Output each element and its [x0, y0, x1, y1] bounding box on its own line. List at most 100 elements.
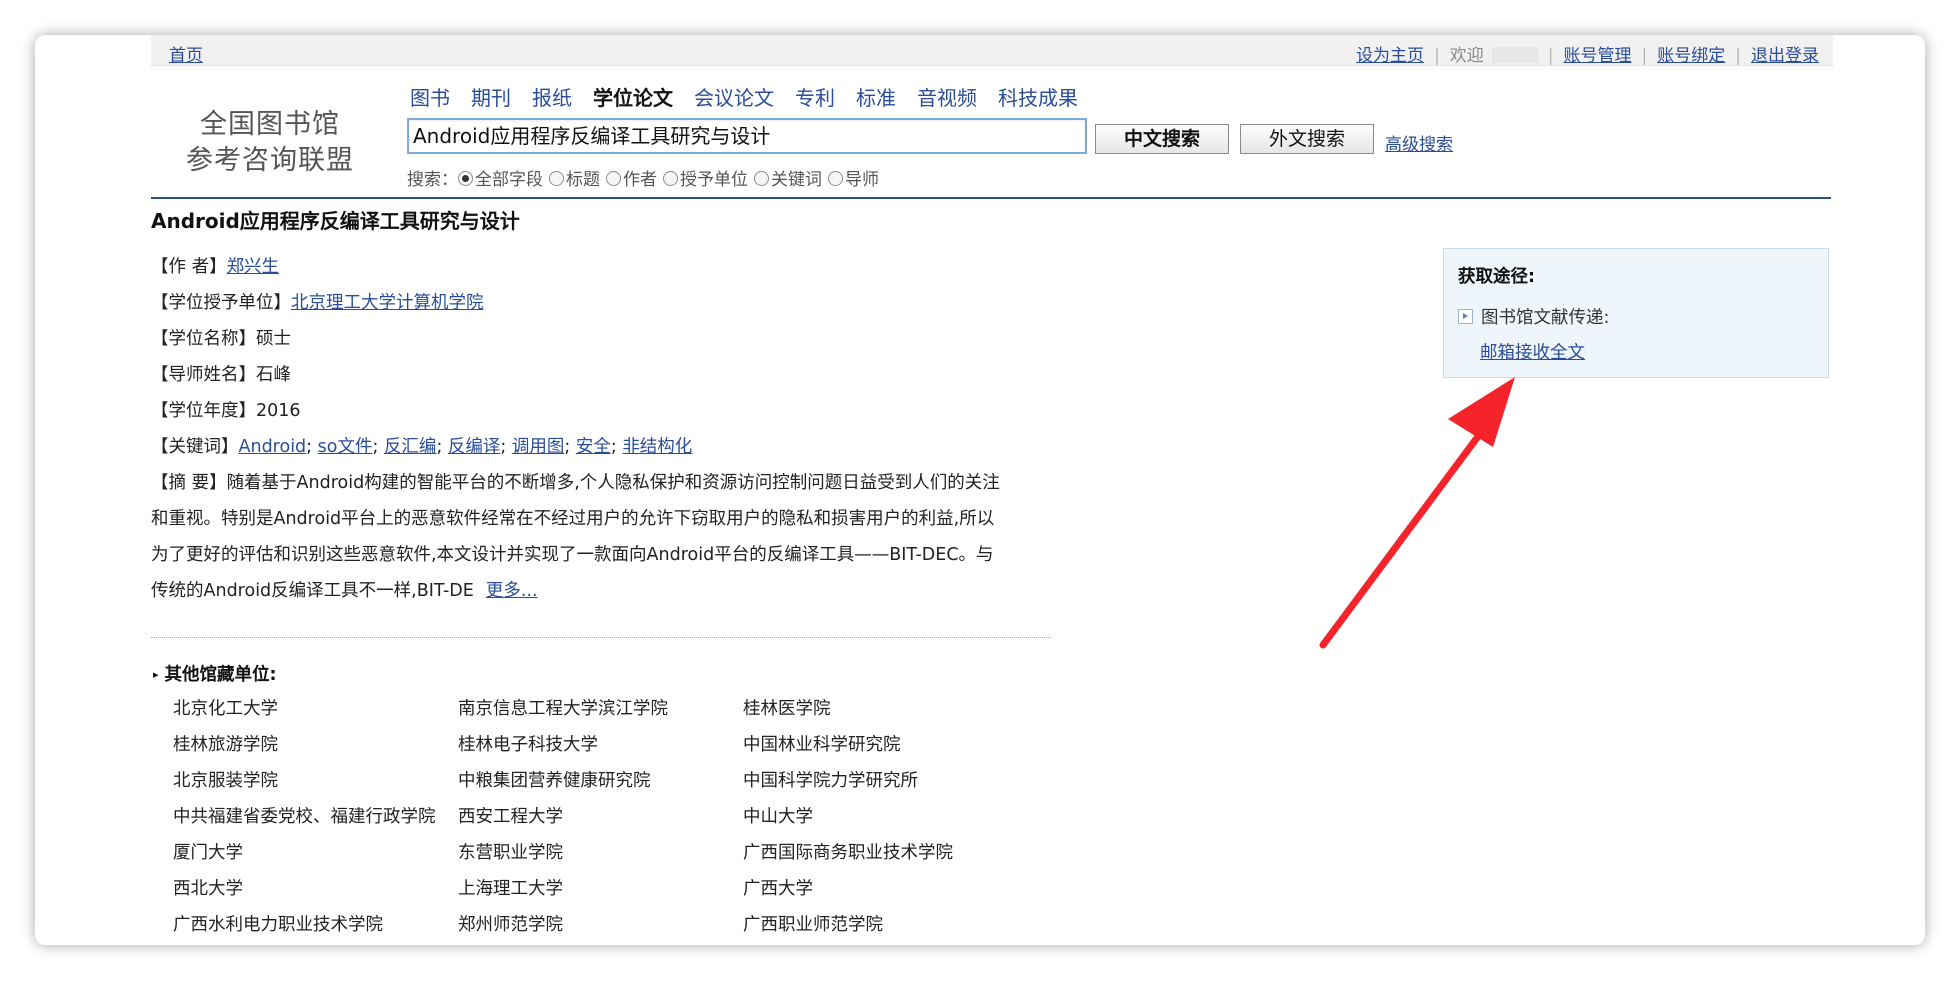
year-row: 【学位年度】2016 — [151, 393, 1071, 429]
radio-title[interactable] — [549, 171, 564, 186]
header-divider — [151, 197, 1831, 199]
holdings-title-text: 其他馆藏单位: — [164, 665, 277, 685]
year-value: 2016 — [256, 401, 301, 421]
holding-unit: 厦门大学 — [173, 843, 243, 863]
field-label: 【摘 要】 — [151, 473, 227, 493]
holdings-row: 西北大学 上海理工大学 广西大学 — [173, 871, 1028, 907]
field-label: 【导师姓名】 — [151, 365, 256, 385]
separator: | — [1641, 46, 1648, 66]
search-input[interactable]: Android应用程序反编译工具研究与设计 — [407, 118, 1087, 154]
holding-unit: 西北大学 — [173, 879, 243, 899]
field-label: 【学位授予单位】 — [151, 293, 291, 313]
delivery-label: 图书馆文献传递: — [1481, 308, 1610, 328]
separator: | — [1547, 46, 1554, 66]
logout-link[interactable]: 退出登录 — [1751, 46, 1819, 66]
search-label: 搜索： — [407, 170, 458, 190]
email-fulltext-link[interactable]: 邮箱接收全文 — [1480, 339, 1585, 364]
holding-unit: 中山大学 — [743, 807, 813, 827]
field-label: 【学位名称】 — [151, 329, 256, 349]
account-manage-link[interactable]: 账号管理 — [1564, 46, 1632, 66]
author-link[interactable]: 郑兴生 — [227, 257, 280, 277]
delivery-item: 图书馆文献传递: — [1458, 304, 1609, 329]
section-divider — [151, 637, 1051, 638]
holding-unit: 南京信息工程大学滨江学院 — [458, 699, 668, 719]
logo-line-1: 全国图书馆 — [200, 109, 340, 140]
holding-unit: 中国林业科学研究院 — [743, 735, 901, 755]
logo-line-2: 参考咨询联盟 — [186, 145, 354, 176]
holding-unit: 上海理工大学 — [458, 879, 563, 899]
tab-conference-papers[interactable]: 会议论文 — [694, 86, 774, 110]
holding-unit: 广西大学 — [743, 879, 813, 899]
holding-unit: 中国科学院力学研究所 — [743, 771, 918, 791]
username-redacted — [1491, 47, 1538, 63]
keyword-link[interactable]: 反汇编 — [384, 437, 437, 457]
keyword-link[interactable]: 非结构化 — [622, 437, 692, 457]
tab-books[interactable]: 图书 — [410, 86, 450, 110]
separator: | — [1735, 46, 1741, 66]
holdings-row: 北京化工大学 南京信息工程大学滨江学院 桂林医学院 — [173, 691, 1028, 727]
holding-unit: 北京化工大学 — [173, 699, 278, 719]
holdings-row: 桂林旅游学院 桂林电子科技大学 中国林业科学研究院 — [173, 727, 1028, 763]
holding-unit: 广西水利电力职业技术学院 — [173, 915, 383, 935]
tab-audio-video[interactable]: 音视频 — [917, 86, 977, 110]
tab-standards[interactable]: 标准 — [856, 86, 896, 110]
tab-journals[interactable]: 期刊 — [471, 86, 511, 110]
more-link[interactable]: 更多... — [486, 581, 538, 601]
holding-unit: 中共福建省委党校、福建行政学院 — [173, 807, 436, 827]
degree-row: 【学位名称】硕士 — [151, 321, 1071, 357]
arrow-head — [1448, 377, 1515, 447]
tab-patents[interactable]: 专利 — [795, 86, 835, 110]
abstract-text: 随着基于Android构建的智能平台的不断增多,个人隐私保护和资源访问控制问题日… — [226, 473, 1000, 493]
site-logo[interactable]: 全国图书馆 参考咨询联盟 — [165, 107, 375, 179]
tab-newspapers[interactable]: 报纸 — [532, 86, 572, 110]
access-title: 获取途径: — [1458, 267, 1535, 287]
radio-grant-unit[interactable] — [663, 171, 678, 186]
keyword-link[interactable]: 安全 — [576, 437, 611, 457]
set-home-link[interactable]: 设为主页 — [1356, 46, 1424, 66]
radio-author[interactable] — [606, 171, 621, 186]
advisor-value: 石峰 — [256, 365, 291, 385]
radio-keyword[interactable] — [754, 171, 769, 186]
foreign-search-button[interactable]: 外文搜索 — [1240, 124, 1374, 154]
record-metadata: 【作 者】郑兴生 【学位授予单位】北京理工大学计算机学院 【学位名称】硕士 【导… — [151, 249, 1071, 609]
account-bind-link[interactable]: 账号绑定 — [1657, 46, 1725, 66]
top-bar: 首页 设为主页 | 欢迎 | 账号管理 | 账号绑定 | 退出登录 — [151, 35, 1833, 66]
radio-advisor[interactable] — [828, 171, 843, 186]
home-link[interactable]: 首页 — [169, 41, 203, 66]
field-label: 【作 者】 — [151, 257, 227, 277]
separator: | — [1434, 46, 1440, 66]
field-label: 【学位年度】 — [151, 401, 256, 421]
tab-tech-achievements[interactable]: 科技成果 — [998, 86, 1078, 110]
radio-label: 作者 — [623, 170, 657, 190]
keyword-link[interactable]: 反编译 — [448, 437, 501, 457]
category-tabs: 图书 期刊 报纸 学位论文 会议论文 专利 标准 音视频 科技成果 — [410, 82, 1099, 111]
keyword-link[interactable]: 调用图 — [512, 437, 565, 457]
tab-theses[interactable]: 学位论文 — [593, 86, 673, 110]
holdings-row: 厦门大学 东营职业学院 广西国际商务职业技术学院 — [173, 835, 1028, 871]
degree-value: 硕士 — [256, 329, 291, 349]
abstract-text: 传统的Android反编译工具不一样,BIT-DE — [151, 581, 474, 601]
arrow-shaft — [1319, 423, 1489, 649]
holding-unit: 广西国际商务职业技术学院 — [743, 843, 953, 863]
abstract-line: 传统的Android反编译工具不一样,BIT-DE 更多... — [151, 573, 1071, 609]
unit-row: 【学位授予单位】北京理工大学计算机学院 — [151, 285, 1071, 321]
access-panel: 获取途径: 图书馆文献传递: 邮箱接收全文 — [1443, 248, 1829, 378]
radio-all-fields[interactable] — [458, 171, 473, 186]
keyword-link[interactable]: Android — [239, 437, 307, 457]
holding-unit: 桂林旅游学院 — [173, 735, 278, 755]
holdings-row: 北京服装学院 中粮集团营养健康研究院 中国科学院力学研究所 — [173, 763, 1028, 799]
holding-unit: 东营职业学院 — [458, 843, 563, 863]
radio-label: 标题 — [566, 170, 600, 190]
abstract-line: 【摘 要】随着基于Android构建的智能平台的不断增多,个人隐私保护和资源访问… — [151, 465, 1071, 501]
advanced-search-link[interactable]: 高级搜索 — [1385, 130, 1453, 155]
search-field-options: 搜索： 全部字段 标题 作者 授予单位 关键词 导师 — [407, 165, 885, 190]
holdings-row: 广西水利电力职业技术学院 郑州师范学院 广西职业师范学院 — [173, 907, 1028, 943]
abstract-line: 和重视。特别是Android平台上的恶意软件经常在不经过用户的允许下窃取用户的隐… — [151, 509, 995, 529]
keyword-link[interactable]: so文件 — [318, 437, 373, 457]
keywords-row: 【关键词】Android; so文件; 反汇编; 反编译; 调用图; 安全; 非… — [151, 437, 693, 457]
browser-page: 首页 设为主页 | 欢迎 | 账号管理 | 账号绑定 | 退出登录 全国图书馆 参考咨询联盟 图… — [35, 35, 1925, 945]
top-right-links: 设为主页 | 欢迎 | 账号管理 | 账号绑定 | 退出登录 — [1356, 41, 1819, 66]
advisor-row: 【导师姓名】石峰 — [151, 357, 1071, 393]
chinese-search-button[interactable]: 中文搜索 — [1095, 124, 1229, 154]
unit-link[interactable]: 北京理工大学计算机学院 — [291, 293, 484, 313]
